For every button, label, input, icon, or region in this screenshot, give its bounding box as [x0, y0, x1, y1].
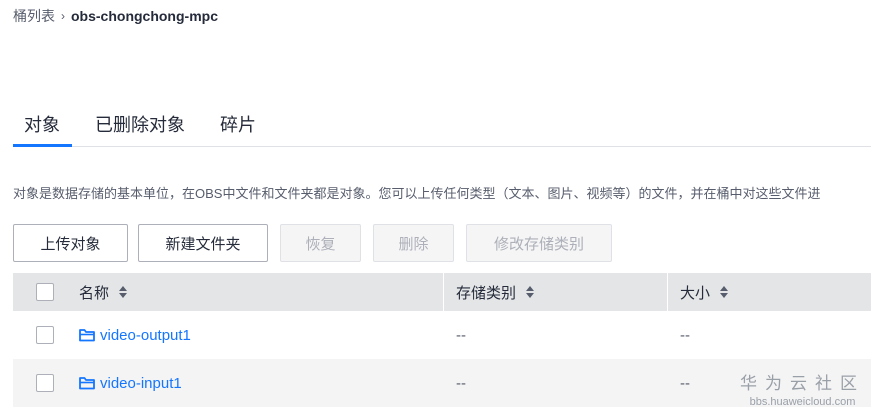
column-divider — [443, 273, 444, 311]
breadcrumb-bucket-list-link[interactable]: 桶列表 — [13, 6, 55, 26]
table-header: 名称 存储类别 大小 — [13, 273, 871, 311]
sort-icon[interactable] — [720, 286, 729, 298]
name-cell: video-input1 — [79, 359, 182, 407]
object-tabs: 对象 已删除对象 碎片 — [13, 106, 871, 147]
name-cell: video-output1 — [79, 311, 191, 359]
size-cell: -- — [680, 374, 690, 392]
folder-name: video-input1 — [100, 374, 182, 392]
watermark-title: 华为云社区 — [740, 374, 865, 393]
delete-button[interactable]: 删除 — [373, 224, 454, 262]
sort-icon[interactable] — [526, 286, 535, 298]
folder-icon — [79, 377, 95, 390]
folder-icon — [79, 329, 95, 342]
sort-icon[interactable] — [119, 286, 128, 298]
column-header-name-label: 名称 — [79, 284, 110, 302]
column-header-size[interactable]: 大小 — [680, 273, 729, 311]
new-folder-button[interactable]: 新建文件夹 — [138, 224, 268, 262]
objects-description: 对象是数据存储的基本单位，在OBS中文件和文件夹都是对象。您可以上传任何类型（文… — [13, 186, 821, 201]
size-cell: -- — [680, 326, 690, 344]
change-storage-class-button[interactable]: 修改存储类别 — [466, 224, 612, 262]
column-header-storage-class[interactable]: 存储类别 — [456, 273, 535, 311]
row-checkbox[interactable] — [36, 374, 54, 392]
select-all-checkbox[interactable] — [36, 283, 54, 301]
storage-class-cell: -- — [456, 374, 466, 392]
breadcrumb-separator: › — [61, 9, 65, 23]
storage-class-cell: -- — [456, 326, 466, 344]
tab-fragments[interactable]: 碎片 — [208, 106, 268, 146]
tab-deleted-objects[interactable]: 已删除对象 — [83, 106, 197, 146]
folder-link[interactable]: video-output1 — [79, 327, 191, 344]
column-header-name[interactable]: 名称 — [79, 273, 128, 311]
column-divider — [667, 273, 668, 311]
folder-name: video-output1 — [100, 326, 191, 344]
table-row: video-output1 -- -- — [13, 311, 871, 359]
watermark: 华为云社区 bbs.huaweicloud.com — [740, 369, 865, 408]
row-checkbox[interactable] — [36, 326, 54, 344]
restore-button[interactable]: 恢复 — [280, 224, 361, 262]
watermark-url: bbs.huaweicloud.com — [749, 396, 856, 408]
column-header-storage-class-label: 存储类别 — [456, 284, 517, 302]
column-header-size-label: 大小 — [680, 284, 711, 302]
tab-objects[interactable]: 对象 — [13, 106, 72, 147]
upload-object-button[interactable]: 上传对象 — [13, 224, 128, 262]
folder-link[interactable]: video-input1 — [79, 375, 182, 392]
breadcrumb-current-bucket: obs-chongchong-mpc — [71, 8, 218, 24]
breadcrumb: 桶列表 › obs-chongchong-mpc — [13, 6, 218, 26]
